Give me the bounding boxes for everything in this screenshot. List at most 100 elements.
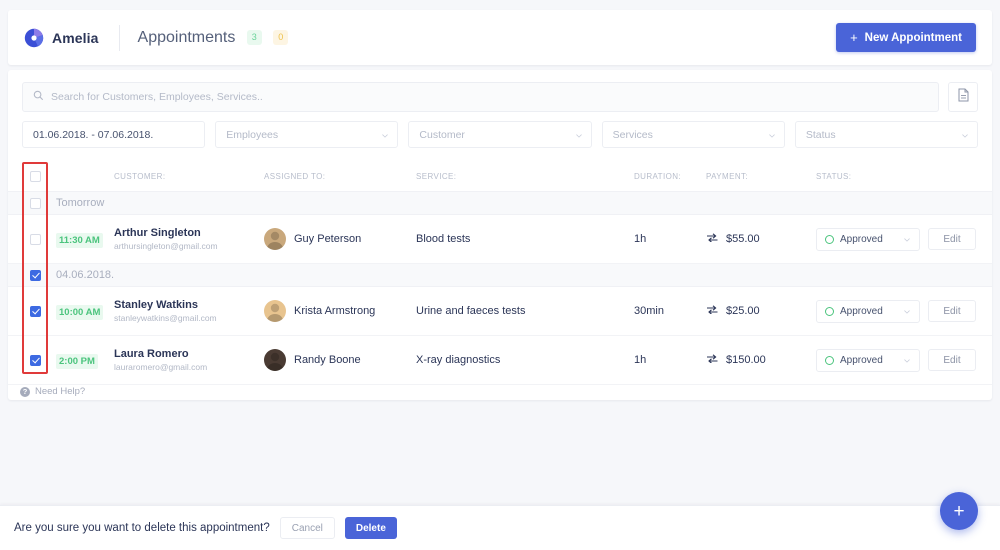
customer-name: Laura Romero — [114, 348, 264, 360]
customer-email: lauraromero@gmail.com — [114, 362, 264, 372]
assigned-to-name: Krista Armstrong — [294, 305, 375, 317]
filter-date-range[interactable]: 01.06.2018. - 07.06.2018. — [22, 121, 205, 148]
row-select-cell[interactable] — [8, 355, 56, 366]
status-dropdown[interactable]: Approved — [816, 300, 920, 323]
filter-employees[interactable]: Employees — [215, 121, 398, 148]
customer-cell: Stanley Watkins stanleywatkins@gmail.com — [114, 299, 264, 323]
filter-services[interactable]: Services — [602, 121, 785, 148]
status-dot-icon — [825, 307, 834, 316]
search-row — [8, 70, 992, 112]
row-select-cell[interactable] — [8, 234, 56, 245]
export-button[interactable] — [948, 82, 978, 112]
date-group-row: 04.06.2018. — [8, 264, 992, 287]
row-select-checkbox[interactable] — [30, 306, 41, 317]
table-row[interactable]: 10:00 AM Stanley Watkins stanleywatkins@gm… — [8, 287, 992, 336]
payment-cell: $55.00 — [706, 233, 816, 245]
edit-button[interactable]: Edit — [928, 349, 976, 371]
table-row[interactable]: 2:00 PM Laura Romero lauraromero@gmail.com… — [8, 336, 992, 385]
select-all-checkbox[interactable] — [30, 171, 41, 182]
appointment-time-cell: 11:30 AM — [56, 230, 114, 248]
delete-button[interactable]: Delete — [345, 517, 397, 539]
appointments-table: CUSTOMER: ASSIGNED TO: SERVICE: DURATION… — [8, 162, 992, 385]
duration-value: 30min — [634, 305, 706, 317]
page-title-wrap: Appointments 3 0 — [138, 29, 289, 47]
column-header-status: STATUS: — [816, 172, 928, 181]
customer-name: Stanley Watkins — [114, 299, 264, 311]
edit-cell: Edit — [928, 300, 1000, 322]
question-mark-icon: ? — [20, 387, 30, 397]
appointments-panel: 01.06.2018. - 07.06.2018. Employees Custom… — [8, 70, 992, 400]
cancel-button[interactable]: Cancel — [280, 517, 335, 539]
payment-transfer-icon — [706, 233, 719, 245]
group-select-cell[interactable] — [8, 198, 56, 209]
plus-icon: + — [850, 30, 858, 45]
delete-confirm-message: Are you sure you want to delete this app… — [14, 522, 270, 534]
add-floating-action-button[interactable]: + — [940, 492, 978, 530]
avatar — [264, 228, 286, 250]
assigned-to-name: Guy Peterson — [294, 233, 361, 245]
app-header: Amelia Appointments 3 0 + New Appointmen… — [8, 10, 992, 65]
row-select-checkbox[interactable] — [30, 355, 41, 366]
badge-approved-count: 3 — [247, 30, 262, 45]
customer-email: arthursingleton@gmail.com — [114, 241, 264, 251]
status-dropdown[interactable]: Approved — [816, 349, 920, 372]
group-select-cell[interactable] — [8, 270, 56, 281]
column-header-payment: PAYMENT: — [706, 172, 816, 181]
filter-customer[interactable]: Customer — [408, 121, 591, 148]
edit-cell: Edit — [928, 228, 1000, 250]
column-header-duration: DURATION: — [634, 172, 706, 181]
table-row[interactable]: 11:30 AM Arthur Singletonarthursingleton@… — [8, 215, 992, 264]
avatar — [264, 300, 286, 322]
brand: Amelia — [8, 28, 99, 48]
search-field-wrap[interactable] — [22, 82, 939, 112]
payment-amount: $150.00 — [726, 354, 766, 366]
edit-button[interactable]: Edit — [928, 228, 976, 250]
filter-services-label: Services — [613, 129, 653, 141]
search-input[interactable] — [51, 91, 928, 103]
customer-cell: Laura Romero lauraromero@gmail.com — [114, 348, 264, 372]
payment-cell: $150.00 — [706, 354, 816, 366]
service-name: X-ray diagnostics — [416, 354, 634, 366]
duration-value: 1h — [634, 233, 706, 245]
appointment-time: 10:00 AM — [56, 305, 103, 320]
new-appointment-button[interactable]: + New Appointment — [836, 23, 976, 52]
badge-pending-count: 0 — [273, 30, 288, 45]
date-group-label: 04.06.2018. — [56, 269, 114, 281]
assigned-to-cell: Krista Armstrong — [264, 300, 416, 322]
amelia-logo-icon — [24, 28, 44, 48]
appointment-time: 2:00 PM — [56, 354, 98, 369]
status-dot-icon — [825, 356, 834, 365]
column-header-service: SERVICE: — [416, 172, 634, 181]
column-header-assigned-to: ASSIGNED TO: — [264, 172, 416, 181]
select-all-cell[interactable] — [8, 171, 56, 182]
filter-status[interactable]: Status — [795, 121, 978, 148]
table-body: Tomorrow 11:30 AM Arthur Singletonarthursi… — [8, 192, 992, 385]
service-name: Blood tests — [416, 233, 634, 245]
table-header-row: CUSTOMER: ASSIGNED TO: SERVICE: DURATION… — [8, 162, 992, 192]
group-select-checkbox[interactable] — [30, 198, 41, 209]
need-help-link[interactable]: ? Need Help? — [20, 386, 85, 397]
customer-cell: Arthur Singletonarthursingleton@gmail.co… — [114, 227, 264, 251]
date-group-row: Tomorrow — [8, 192, 992, 215]
group-select-checkbox[interactable] — [30, 270, 41, 281]
payment-amount: $25.00 — [726, 305, 760, 317]
appointment-time: 11:30 AM — [56, 233, 103, 248]
filter-employees-label: Employees — [226, 129, 278, 141]
status-cell: Approved — [816, 228, 928, 251]
row-select-checkbox[interactable] — [30, 234, 41, 245]
customer-email: stanleywatkins@gmail.com — [114, 313, 264, 323]
filter-customer-label: Customer — [419, 129, 465, 141]
status-cell: Approved — [816, 349, 928, 372]
assigned-to-cell: Guy Peterson — [264, 228, 416, 250]
status-label: Approved — [840, 355, 883, 366]
row-select-cell[interactable] — [8, 306, 56, 317]
column-header-customer: CUSTOMER: — [114, 172, 264, 181]
payment-transfer-icon — [706, 305, 719, 317]
edit-button[interactable]: Edit — [928, 300, 976, 322]
filter-row: 01.06.2018. - 07.06.2018. Employees Custom… — [8, 112, 992, 148]
status-dropdown[interactable]: Approved — [816, 228, 920, 251]
document-export-icon — [957, 88, 970, 107]
status-label: Approved — [840, 306, 883, 317]
service-name: Urine and faeces tests — [416, 305, 634, 317]
appointment-time-cell: 10:00 AM — [56, 302, 114, 320]
